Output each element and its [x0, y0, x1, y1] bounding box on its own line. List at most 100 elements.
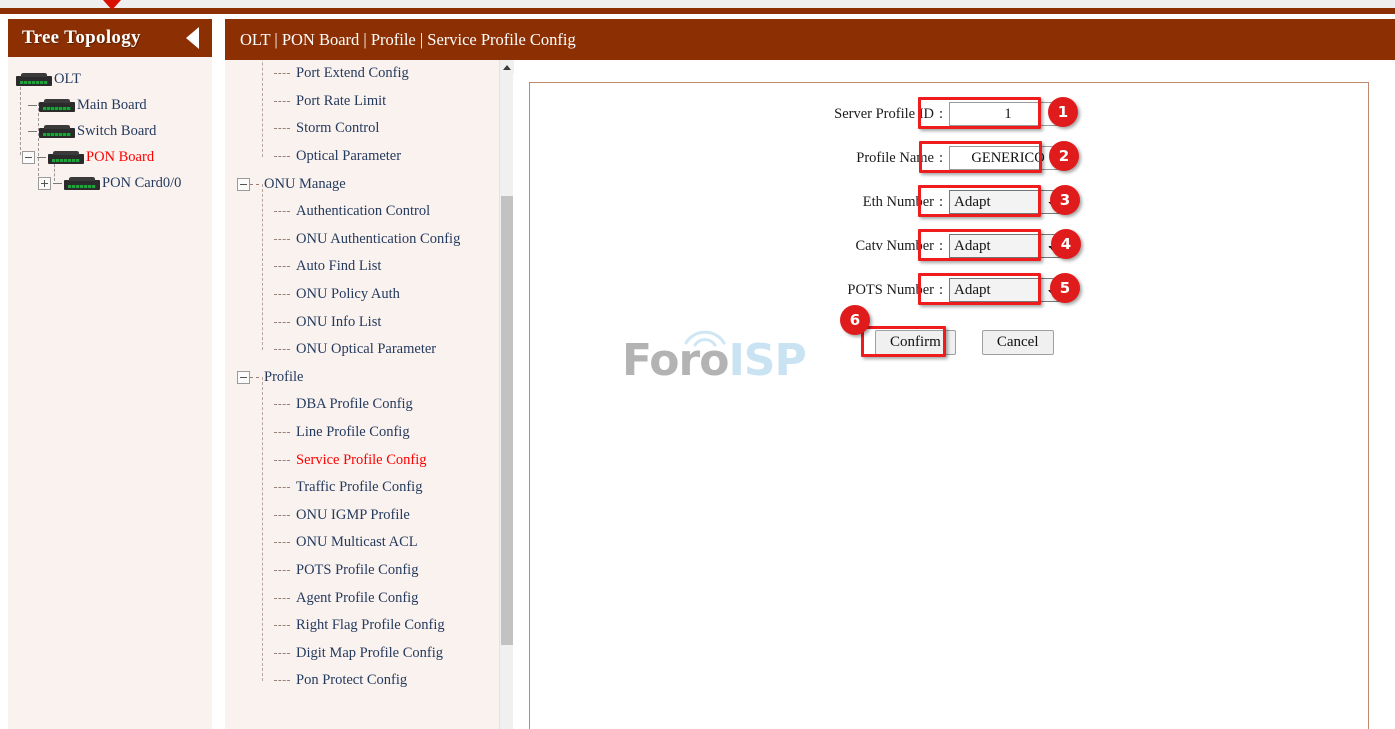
tree-item-main-board[interactable]: Main Board	[8, 92, 212, 118]
tree-dash	[274, 266, 290, 268]
tree-connector-line	[262, 184, 263, 350]
form-row-profile-name: Profile Name :	[814, 143, 1068, 173]
menu-item-3[interactable]: Storm Control	[237, 115, 513, 143]
menu-item-22[interactable]: Digit Map Profile Config	[237, 639, 513, 667]
menu-item-2[interactable]: Port Rate Limit	[237, 88, 513, 116]
field-label: Server Profile ID	[834, 105, 934, 122]
menu-item-label: Port Rate Limit	[296, 92, 387, 109]
menu-item-11[interactable]: ONU Optical Parameter	[237, 336, 513, 364]
menu-item-label: ONU Policy Auth	[296, 286, 400, 303]
tree-dash	[274, 652, 290, 654]
tree-dash	[250, 183, 259, 185]
menu-item-label: ONU Multicast ACL	[296, 534, 418, 551]
breadcrumb: OLT | PON Board | Profile | Service Prof…	[240, 29, 576, 49]
menu-item-4[interactable]: Optical Parameter	[237, 143, 513, 171]
tree-dash	[37, 156, 46, 158]
menu-item-10[interactable]: ONU Info List	[237, 308, 513, 336]
tree-item-label: OLT	[54, 70, 81, 87]
menu-item-1[interactable]: Port Extend Config	[237, 60, 513, 88]
foroisp-watermark: ForoISP	[622, 335, 807, 386]
watermark-text-primary: Foro	[622, 335, 729, 386]
field-colon: :	[939, 149, 944, 166]
navigation-menu-panel: Port SettingPort Extend ConfigPort Rate …	[225, 60, 513, 729]
device-icon	[48, 151, 84, 164]
tree-dash	[274, 569, 290, 571]
menu-item-label: Right Flag Profile Config	[296, 617, 445, 634]
menu-group-12[interactable]: Profile	[237, 364, 513, 392]
expand-plus-icon[interactable]	[38, 176, 51, 190]
tree-item-pon-board[interactable]: PON Board	[8, 144, 212, 170]
watermark-text-secondary: ISP	[728, 335, 806, 386]
cancel-button[interactable]: Cancel	[981, 329, 1054, 355]
menu-item-14[interactable]: Line Profile Config	[237, 419, 513, 447]
menu-item-label: ONU Manage	[264, 175, 346, 192]
menu-item-6[interactable]: Authentication Control	[237, 198, 513, 226]
tree-dash	[274, 625, 290, 627]
tree-topology-body: OLT Main Board Switch Board PON Board PO…	[8, 57, 212, 729]
tree-dash	[274, 487, 290, 489]
collapse-minus-icon[interactable]	[237, 370, 250, 384]
menu-item-label: Profile	[264, 368, 304, 385]
menu-item-18[interactable]: ONU Multicast ACL	[237, 529, 513, 557]
menu-item-8[interactable]: Auto Find List	[237, 253, 513, 281]
tree-dash	[53, 182, 62, 184]
menu-scrollbar[interactable]	[499, 60, 514, 729]
menu-item-17[interactable]: ONU IGMP Profile	[237, 502, 513, 530]
chevron-left-icon[interactable]	[186, 27, 199, 49]
tree-dash	[28, 130, 37, 132]
form-row-pots-number: POTS Number : Adapt012	[814, 275, 1068, 305]
device-icon	[64, 177, 100, 190]
field-label: Catv Number	[855, 237, 934, 254]
menu-item-20[interactable]: Agent Profile Config	[237, 584, 513, 612]
tree-dash	[274, 459, 290, 461]
tree-item-label: Switch Board	[77, 122, 157, 139]
menu-item-label: Agent Profile Config	[296, 589, 419, 606]
menu-group-5[interactable]: ONU Manage	[237, 170, 513, 198]
menu-item-23[interactable]: Pon Protect Config	[237, 667, 513, 695]
tree-item-pon-card[interactable]: PON Card0/0	[8, 170, 212, 196]
tree-dash	[28, 104, 37, 106]
confirm-button[interactable]: Confirm	[875, 329, 956, 355]
menu-item-label: Optical Parameter	[296, 148, 402, 165]
field-colon: :	[939, 237, 944, 254]
scrollbar-thumb[interactable]	[501, 196, 513, 645]
menu-item-21[interactable]: Right Flag Profile Config	[237, 612, 513, 640]
menu-item-19[interactable]: POTS Profile Config	[237, 557, 513, 585]
menu-item-13[interactable]: DBA Profile Config	[237, 391, 513, 419]
scroll-up-arrow-icon[interactable]	[500, 60, 514, 74]
catv-number-select[interactable]: Adapt01	[949, 234, 1068, 258]
collapse-minus-icon[interactable]	[22, 150, 35, 164]
tree-dash	[274, 100, 290, 102]
menu-item-label: POTS Profile Config	[296, 561, 419, 578]
field-colon: :	[939, 281, 944, 298]
menu-item-label: Storm Control	[296, 120, 380, 137]
annotation-badge-6: 6	[840, 305, 870, 335]
collapse-minus-icon[interactable]	[237, 177, 250, 191]
tree-dash	[274, 597, 290, 599]
field-label: POTS Number	[847, 281, 934, 298]
tree-dash	[274, 404, 290, 406]
menu-item-label: Service Profile Config	[296, 451, 427, 468]
tree-dash	[274, 432, 290, 434]
tree-dash	[250, 376, 259, 378]
annotation-badge-4: 4	[1051, 229, 1081, 259]
tree-item-label: PON Card0/0	[102, 174, 182, 191]
device-icon	[39, 99, 75, 112]
breadcrumb-bar: OLT | PON Board | Profile | Service Prof…	[225, 19, 1395, 60]
tree-topology-header: Tree Topology	[8, 19, 212, 57]
field-label: Profile Name	[856, 149, 934, 166]
form-actions: Confirm Cancel	[875, 327, 1054, 357]
menu-item-15[interactable]: Service Profile Config	[237, 446, 513, 474]
menu-item-label: Port Extend Config	[296, 65, 409, 82]
menu-item-7[interactable]: ONU Authentication Config	[237, 226, 513, 254]
device-icon	[39, 125, 75, 138]
tree-topology-panel: Tree Topology OLT Main Board Switch Boar…	[8, 19, 212, 729]
field-colon: :	[939, 193, 944, 210]
tree-item-switch-board[interactable]: Switch Board	[8, 118, 212, 144]
menu-item-label: ONU Optical Parameter	[296, 341, 437, 358]
menu-item-16[interactable]: Traffic Profile Config	[237, 474, 513, 502]
menu-item-9[interactable]: ONU Policy Auth	[237, 281, 513, 309]
device-icon	[16, 73, 52, 86]
tree-item-olt[interactable]: OLT	[8, 66, 212, 92]
menu-item-label: Traffic Profile Config	[296, 479, 423, 496]
